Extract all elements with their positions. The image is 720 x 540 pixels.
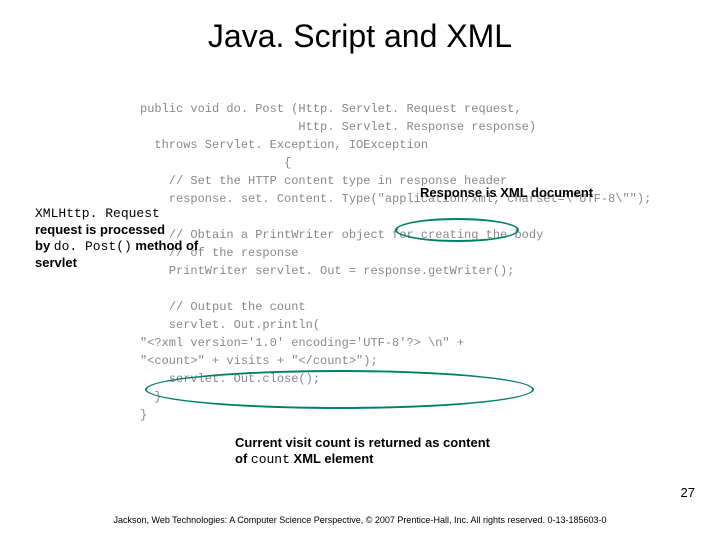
callout-left-text-3b: method of [132, 238, 198, 253]
callout-left-text-4: servlet [35, 255, 77, 270]
callout-bottom-line2b: XML element [290, 451, 374, 466]
footer-citation: Jackson, Web Technologies: A Computer Sc… [0, 515, 720, 525]
callout-bottom-code: count [251, 452, 290, 467]
callout-bottom-line1: Current visit count is returned as conte… [235, 435, 490, 450]
highlight-oval-output [145, 370, 534, 409]
callout-left-text-2: request is processed [35, 222, 165, 237]
callout-top-right: Response is XML document [420, 185, 593, 200]
callout-bottom-line2a: of [235, 451, 251, 466]
page-number: 27 [681, 485, 695, 500]
slide-title: Java. Script and XML [0, 18, 720, 55]
callout-left-code-2: do. Post() [54, 239, 132, 254]
highlight-oval-content-type [395, 218, 519, 242]
callout-left-text-3a: by [35, 238, 54, 253]
callout-bottom: Current visit count is returned as conte… [235, 435, 595, 468]
callout-left: XMLHttp. Request request is processed by… [35, 205, 205, 271]
callout-left-code: XMLHttp. Request [35, 206, 160, 221]
